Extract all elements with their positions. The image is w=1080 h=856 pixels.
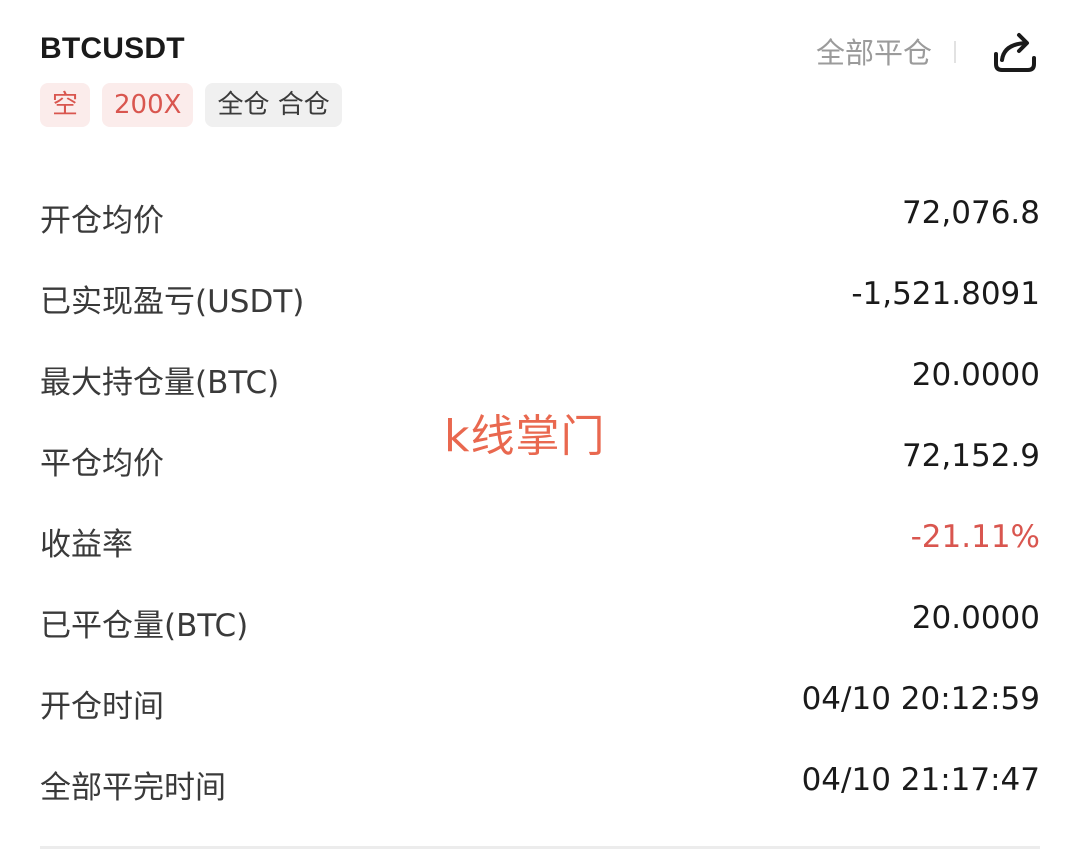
watermark-text: k线掌门 <box>444 411 606 462</box>
detail-row-full-close-time: 全部平完时间 04/10 21:17:47 <box>40 742 1040 823</box>
detail-label: 收益率 <box>40 527 133 563</box>
detail-row-closed-volume: 已平仓量(BTC) 20.0000 <box>40 580 1040 661</box>
leverage-tag: 200X <box>102 83 194 127</box>
bottom-divider <box>40 846 1040 849</box>
detail-label: 全部平完时间 <box>40 770 226 806</box>
position-header: BTCUSDT 全部平仓 空 200X 全仓 合仓 <box>40 26 1040 146</box>
detail-row-open-time: 开仓时间 04/10 20:12:59 <box>40 661 1040 742</box>
detail-label: 最大持仓量(BTC) <box>40 365 280 401</box>
detail-row-realized-pnl: 已实现盈亏(USDT) -1,521.8091 <box>40 256 1040 337</box>
detail-row-return-rate: 收益率 -21.11% <box>40 499 1040 580</box>
detail-value: 72,076.8 <box>901 195 1040 231</box>
detail-label: 已平仓量(BTC) <box>40 608 249 644</box>
detail-value: 04/10 20:12:59 <box>801 681 1040 717</box>
detail-value: 72,152.9 <box>901 438 1040 474</box>
symbol-title: BTCUSDT <box>40 32 185 65</box>
position-details: 开仓均价 72,076.8 已实现盈亏(USDT) -1,521.8091 最大… <box>40 175 1040 823</box>
detail-value: -1,521.8091 <box>851 276 1040 312</box>
close-all-button[interactable]: 全部平仓 <box>816 30 932 72</box>
detail-value: 04/10 21:17:47 <box>801 762 1040 798</box>
position-tags: 空 200X 全仓 合仓 <box>40 83 342 127</box>
direction-tag: 空 <box>40 83 91 127</box>
detail-label: 平仓均价 <box>40 446 164 482</box>
margin-mode-tag: 全仓 合仓 <box>205 83 342 127</box>
share-icon[interactable] <box>990 26 1040 76</box>
detail-value: 20.0000 <box>911 600 1040 636</box>
detail-row-open-avg-price: 开仓均价 72,076.8 <box>40 175 1040 256</box>
detail-label: 已实现盈亏(USDT) <box>40 284 305 320</box>
detail-value: -21.11% <box>910 519 1040 555</box>
detail-label: 开仓均价 <box>40 203 164 239</box>
detail-label: 开仓时间 <box>40 689 164 725</box>
header-divider <box>954 41 956 63</box>
detail-value: 20.0000 <box>911 357 1040 393</box>
